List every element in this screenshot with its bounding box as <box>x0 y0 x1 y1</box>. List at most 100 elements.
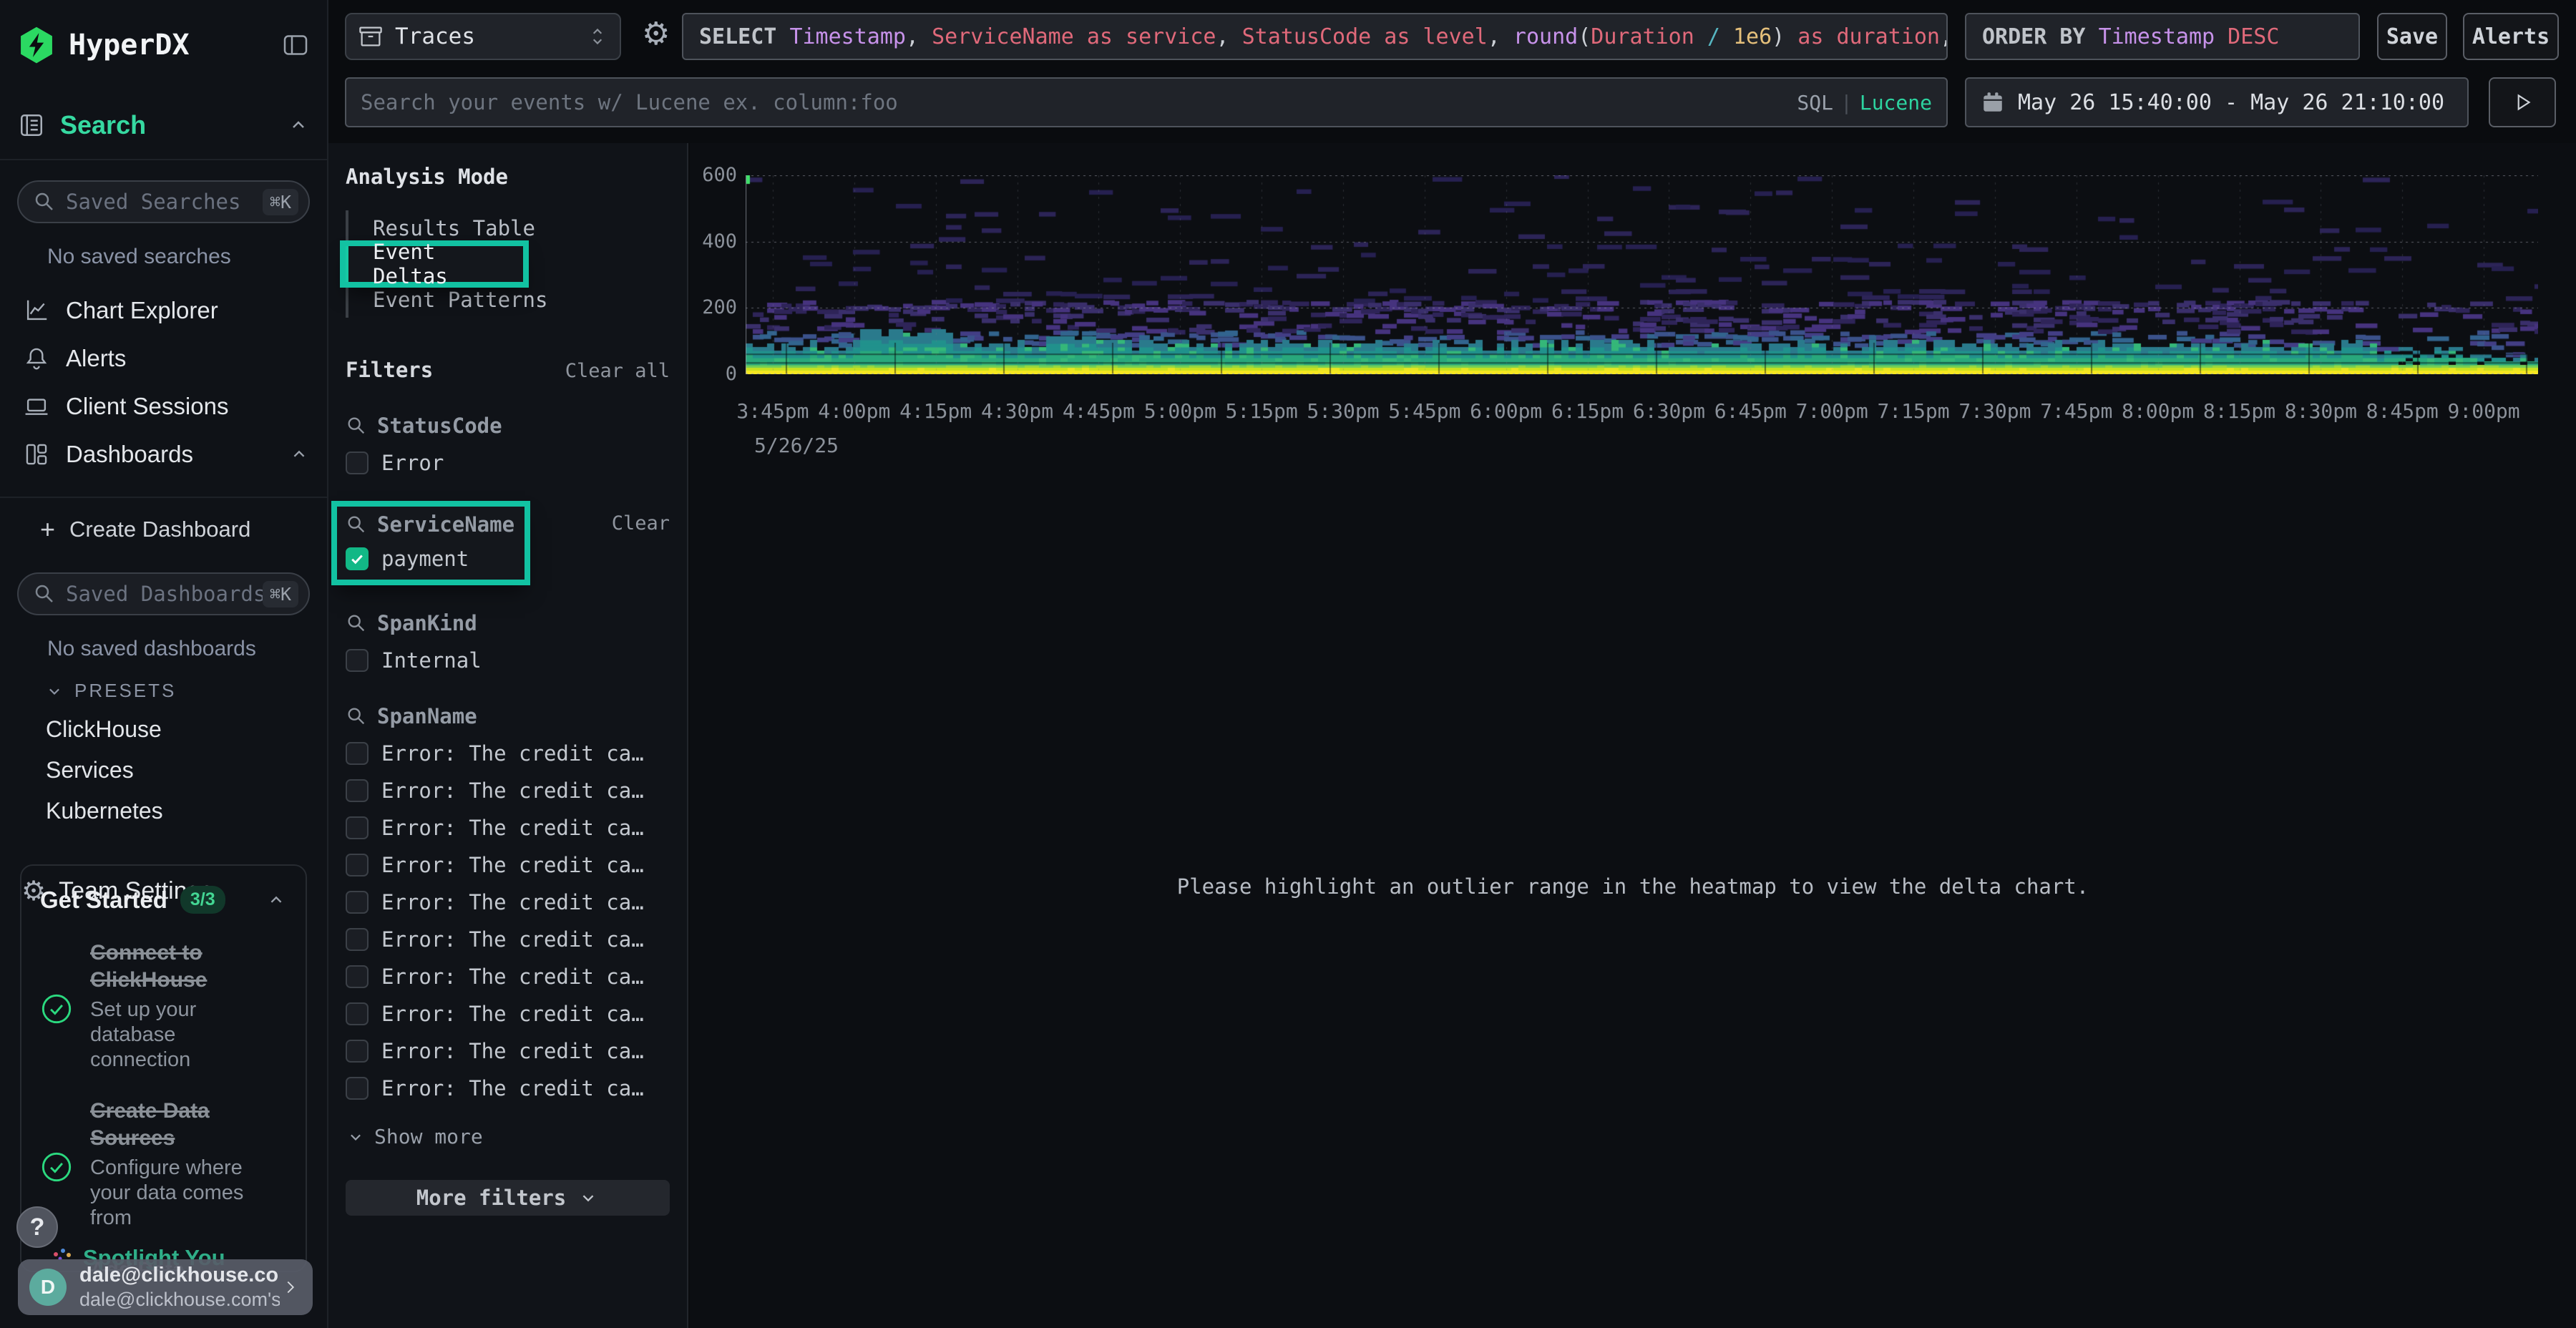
x-tick-label: 7:00pm <box>1796 399 1868 423</box>
app-title: HyperDX <box>69 29 281 62</box>
filter-option-internal[interactable]: Internal <box>346 648 670 673</box>
checkbox-unchecked[interactable] <box>346 965 369 988</box>
analysis-mode-title: Analysis Mode <box>346 165 670 189</box>
saved-dashboards-input[interactable]: ⌘K <box>17 572 310 615</box>
presets-toggle[interactable]: PRESETS <box>44 680 310 702</box>
filter-option-error-the-credit-card[interactable]: Error: The credit card … <box>346 778 670 803</box>
query-language-toggle: SQL|Lucene <box>1797 91 1932 114</box>
filter-option-label: Error: The credit card … <box>381 778 653 803</box>
x-tick-label: 4:15pm <box>899 399 972 423</box>
filter-group-header[interactable]: ServiceName <box>346 512 516 537</box>
filter-group-header[interactable]: SpanKind <box>346 611 670 635</box>
plus-icon: + <box>40 514 55 545</box>
filter-panel: Analysis Mode Results TableEvent DeltasE… <box>328 143 688 1328</box>
task-title: Connect to ClickHouse <box>90 939 269 993</box>
filter-group-header[interactable]: StatusCode <box>346 414 670 438</box>
filter-option-error-the-credit-card[interactable]: Error: The credit card … <box>346 965 670 989</box>
x-tick-label: 8:45pm <box>2366 399 2439 423</box>
duration-heatmap[interactable] <box>746 175 2538 374</box>
checkbox-unchecked[interactable] <box>346 1002 369 1025</box>
analysis-mode-tab-event-deltas[interactable]: Event Deltas <box>346 246 523 282</box>
sidebar-item-label: Dashboards <box>66 441 288 468</box>
show-more-link[interactable]: Show more <box>346 1125 670 1148</box>
clear-all-link[interactable]: Clear all <box>565 360 670 382</box>
task-description: Configure where your data comes from <box>90 1156 276 1230</box>
date-range-value: May 26 15:40:00 - May 26 21:10:00 <box>2018 90 2444 115</box>
sidebar-item-dashboards[interactable]: Dashboards <box>0 430 327 478</box>
filter-option-error-the-credit-card[interactable]: Error: The credit card … <box>346 927 670 952</box>
sidebar-nav: Chart ExplorerAlerts Client Sessions Dashb… <box>0 286 327 478</box>
source-settings-gear-icon[interactable]: ⚙ <box>642 19 670 50</box>
filter-option-label: Error: The credit card … <box>381 927 653 952</box>
filter-option-label: Error <box>381 451 444 475</box>
search-section-label: Search <box>60 110 287 140</box>
order-by-input[interactable]: ORDER BY Timestamp DESC <box>1965 13 2360 60</box>
saved-searches-field[interactable] <box>66 190 263 214</box>
filter-option-error-the-credit-card[interactable]: Error: The credit card … <box>346 890 670 914</box>
checkbox-unchecked[interactable] <box>346 1040 369 1063</box>
filter-option-label: Error: The credit card … <box>381 741 653 766</box>
filter-option-error-the-credit-card[interactable]: Error: The credit card … <box>346 1076 670 1100</box>
get-started-item-connect-to-clickhouse[interactable]: Connect to ClickHouseSet up your databas… <box>40 939 287 1072</box>
progress-badge: 3/3 <box>180 886 225 914</box>
x-tick-label: 5:30pm <box>1307 399 1379 423</box>
search-icon <box>33 190 56 213</box>
sidebar-item-client-sessions[interactable]: Client Sessions <box>0 382 327 430</box>
filter-option-error-the-credit-card[interactable]: Error: The credit card … <box>346 741 670 766</box>
sidebar-item-alerts[interactable]: Alerts <box>0 334 327 382</box>
task-description: Set up your database connection <box>90 997 276 1072</box>
more-filters-button[interactable]: More filters <box>346 1180 670 1216</box>
preset-clickhouse[interactable]: ClickHouse <box>0 709 327 750</box>
checkbox-unchecked[interactable] <box>346 649 369 672</box>
divider <box>0 159 327 160</box>
get-started-header[interactable]: Get Started 3/3 <box>40 886 287 914</box>
filter-option-error[interactable]: Error <box>346 451 670 475</box>
alerts-button[interactable]: Alerts <box>2463 13 2559 60</box>
filter-option-label: Error: The credit card … <box>381 816 653 840</box>
laptop-icon <box>23 393 50 420</box>
checkbox-unchecked[interactable] <box>346 451 369 474</box>
checkbox-unchecked[interactable] <box>346 1077 369 1100</box>
x-tick-label: 4:45pm <box>1063 399 1135 423</box>
get-started-item-create-data-sources[interactable]: Create Data SourcesConfigure where your … <box>40 1098 287 1230</box>
preset-services[interactable]: Services <box>0 750 327 791</box>
search-bar[interactable]: SQL|Lucene <box>345 77 1948 127</box>
sidebar-item-chart-explorer[interactable]: Chart Explorer <box>0 286 327 334</box>
language-lucene-option[interactable]: Lucene <box>1860 91 1932 114</box>
filter-group-header[interactable]: SpanName <box>346 704 670 728</box>
filter-option-label: Error: The credit card … <box>381 1076 653 1100</box>
saved-dashboards-field[interactable] <box>66 582 263 606</box>
user-menu[interactable]: D dale@clickhouse.com dale@clickhouse.co… <box>18 1259 313 1315</box>
date-range-picker[interactable]: May 26 15:40:00 - May 26 21:10:00 <box>1965 77 2469 127</box>
select-clause-input[interactable]: SELECT Timestamp, ServiceName as service… <box>682 13 1948 60</box>
search-icon <box>346 706 367 727</box>
help-button[interactable]: ? <box>16 1206 58 1248</box>
checkbox-unchecked[interactable] <box>346 928 369 951</box>
collapse-sidebar-icon[interactable] <box>281 31 310 59</box>
filter-option-error-the-credit-card[interactable]: Error: The credit card … <box>346 1002 670 1026</box>
search-input[interactable] <box>361 90 1797 114</box>
filter-option-label: Error: The credit card … <box>381 853 653 877</box>
checkbox-unchecked[interactable] <box>346 816 369 839</box>
filter-option-error-the-credit-card[interactable]: Error: The credit card … <box>346 853 670 877</box>
language-sql-option[interactable]: SQL <box>1797 91 1833 114</box>
sidebar-item-label: Client Sessions <box>66 393 310 420</box>
saved-searches-input[interactable]: ⌘K <box>17 180 310 223</box>
checkbox-unchecked[interactable] <box>346 742 369 765</box>
run-query-button[interactable] <box>2489 77 2556 127</box>
checkbox-unchecked[interactable] <box>346 779 369 802</box>
source-select[interactable]: Traces <box>345 13 621 60</box>
main-content: 0200400600 3:45pm4:00pm4:15pm4:30pm4:45p… <box>690 143 2576 1328</box>
x-tick-label: 7:45pm <box>2040 399 2112 423</box>
clear-filter-link[interactable]: Clear <box>612 512 670 534</box>
preset-kubernetes[interactable]: Kubernetes <box>0 791 327 831</box>
filter-option-payment[interactable]: payment <box>346 547 516 571</box>
checkbox-unchecked[interactable] <box>346 854 369 877</box>
sidebar-section-search[interactable]: Search <box>17 110 310 140</box>
checkbox-unchecked[interactable] <box>346 891 369 914</box>
checkbox-checked[interactable] <box>346 547 369 570</box>
save-button[interactable]: Save <box>2377 13 2447 60</box>
filter-option-error-the-credit-card[interactable]: Error: The credit card … <box>346 1039 670 1063</box>
filter-option-error-the-credit-card[interactable]: Error: The credit card … <box>346 816 670 840</box>
create-dashboard-button[interactable]: + Create Dashboard <box>0 507 327 552</box>
